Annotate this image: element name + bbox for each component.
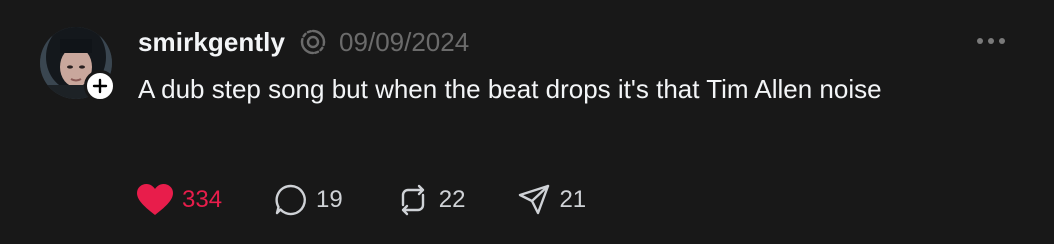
post-text: A dub step song but when the beat drops …	[138, 74, 882, 104]
avatar-container[interactable]	[40, 27, 116, 102]
post-header: smirkgently 09/09/2024	[138, 24, 469, 60]
plus-icon	[92, 78, 108, 94]
spinner-icon	[299, 28, 327, 56]
username[interactable]: smirkgently	[138, 27, 285, 58]
comment-icon	[275, 184, 307, 216]
reply-count: 19	[316, 186, 343, 213]
post-card: smirkgently 09/09/2024 A dub step song b…	[0, 0, 1054, 244]
share-button[interactable]: 21	[517, 178, 586, 222]
repost-button[interactable]: 22	[395, 178, 466, 222]
like-count: 334	[182, 186, 223, 213]
send-icon	[519, 184, 550, 215]
reply-button[interactable]: 19	[274, 178, 343, 222]
more-options-button[interactable]	[970, 26, 1012, 56]
like-button[interactable]: 334	[136, 178, 222, 222]
timestamp: 09/09/2024	[339, 26, 470, 57]
action-bar: 334 19 22 21	[136, 178, 586, 222]
more-icon	[977, 38, 1005, 44]
repost-count: 22	[438, 186, 466, 213]
share-count: 21	[559, 186, 587, 213]
follow-button[interactable]	[84, 70, 116, 102]
repost-icon	[401, 184, 424, 216]
heart-icon	[137, 184, 173, 215]
